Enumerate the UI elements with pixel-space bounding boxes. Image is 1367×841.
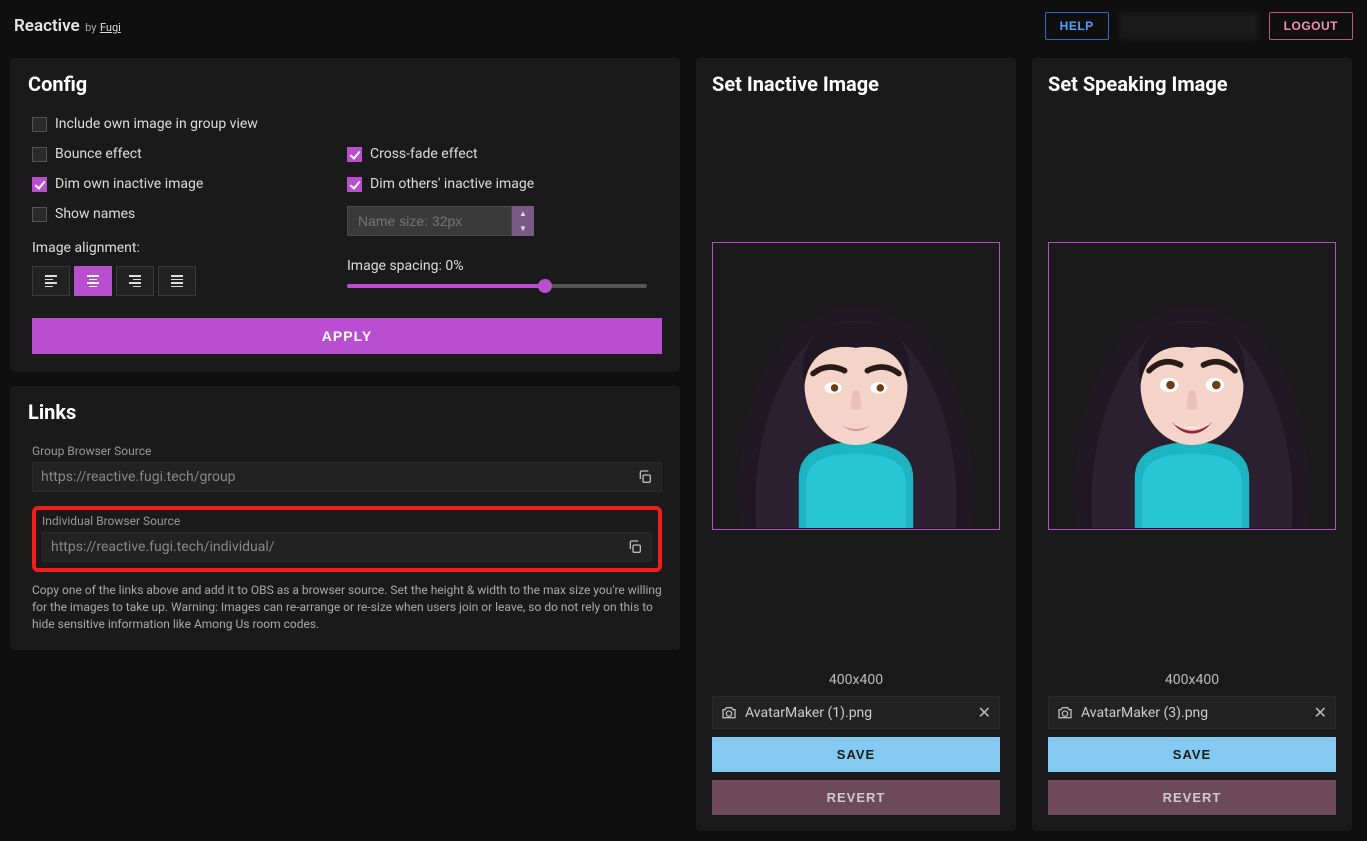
- links-title: Links: [28, 400, 662, 424]
- speaking-filename: AvatarMaker (3).png: [1081, 705, 1306, 721]
- dim-others-label: Dim others' inactive image: [370, 176, 534, 192]
- individual-source-row: https://reactive.fugi.tech/individual/: [42, 532, 652, 562]
- speaking-save-button[interactable]: SAVE: [1048, 737, 1336, 772]
- inactive-file-row[interactable]: AvatarMaker (1).png ✕: [712, 696, 1000, 729]
- speaking-file-row[interactable]: AvatarMaker (3).png ✕: [1048, 696, 1336, 729]
- inactive-save-button[interactable]: SAVE: [712, 737, 1000, 772]
- links-panel: Links Group Browser Source https://react…: [10, 386, 680, 650]
- align-center-icon: [87, 275, 99, 287]
- spacing-slider-fill: [347, 284, 545, 288]
- header-actions: HELP LOGOUT: [1045, 12, 1353, 40]
- individual-source-label: Individual Browser Source: [42, 514, 652, 528]
- include-own-label: Include own image in group view: [55, 116, 258, 132]
- name-size-stepper[interactable]: ▲ ▼: [512, 206, 534, 236]
- show-names-label: Show names: [55, 206, 135, 222]
- speaking-preview-frame: [1048, 242, 1336, 530]
- logout-button[interactable]: LOGOUT: [1269, 12, 1353, 40]
- inactive-title: Set Inactive Image: [712, 72, 1000, 96]
- inactive-filename: AvatarMaker (1).png: [745, 705, 970, 721]
- name-size-input[interactable]: [347, 206, 512, 236]
- dim-own-checkbox[interactable]: [32, 177, 47, 192]
- spacing-slider[interactable]: [347, 284, 647, 288]
- individual-source-highlight: Individual Browser Source https://reacti…: [32, 506, 662, 572]
- close-icon[interactable]: ✕: [978, 703, 991, 722]
- links-help-text: Copy one of the links above and add it t…: [32, 582, 662, 632]
- align-center-button[interactable]: [74, 266, 112, 296]
- align-left-button[interactable]: [32, 266, 70, 296]
- group-source-label: Group Browser Source: [32, 444, 662, 458]
- brand: Reactive by Fugi: [14, 16, 121, 36]
- speaking-revert-button[interactable]: REVERT: [1048, 780, 1336, 815]
- inactive-revert-button[interactable]: REVERT: [712, 780, 1000, 815]
- config-panel: Config Include own image in group view B…: [10, 58, 680, 372]
- inactive-preview-frame: [712, 242, 1000, 530]
- crossfade-label: Cross-fade effect: [370, 146, 478, 162]
- avatar-neutral-image: [713, 242, 999, 529]
- chevron-up-icon[interactable]: ▲: [512, 206, 534, 221]
- bounce-label: Bounce effect: [55, 146, 142, 162]
- user-identity[interactable]: [1119, 12, 1259, 40]
- camera-icon: [721, 705, 737, 721]
- include-own-checkbox[interactable]: [32, 117, 47, 132]
- inactive-image-panel: Set Inactive Image: [696, 58, 1016, 831]
- align-justify-button[interactable]: [158, 266, 196, 296]
- bounce-checkbox[interactable]: [32, 147, 47, 162]
- show-names-checkbox[interactable]: [32, 207, 47, 222]
- brand-by: by: [85, 21, 96, 34]
- speaking-title: Set Speaking Image: [1048, 72, 1336, 96]
- align-justify-icon: [171, 275, 183, 287]
- app-header: Reactive by Fugi HELP LOGOUT: [0, 0, 1367, 52]
- align-right-button[interactable]: [116, 266, 154, 296]
- avatar-smiling-image: [1049, 242, 1335, 529]
- align-right-icon: [129, 275, 141, 287]
- inactive-dimensions: 400x400: [712, 672, 1000, 688]
- brand-name: Reactive: [14, 16, 80, 36]
- group-source-url[interactable]: https://reactive.fugi.tech/group: [41, 469, 637, 485]
- camera-icon: [1057, 705, 1073, 721]
- name-size-field: ▲ ▼: [347, 206, 662, 236]
- chevron-down-icon[interactable]: ▼: [512, 221, 534, 236]
- alignment-label: Image alignment:: [32, 240, 347, 256]
- align-left-icon: [45, 275, 57, 287]
- inactive-preview-area[interactable]: [712, 106, 1000, 666]
- individual-source-url[interactable]: https://reactive.fugi.tech/individual/: [51, 539, 627, 555]
- help-button[interactable]: HELP: [1045, 12, 1109, 40]
- alignment-group: [32, 266, 347, 296]
- dim-own-label: Dim own inactive image: [55, 176, 203, 192]
- brand-author-link[interactable]: Fugi: [100, 21, 121, 34]
- crossfade-checkbox[interactable]: [347, 147, 362, 162]
- speaking-image-panel: Set Speaking Image: [1032, 58, 1352, 831]
- speaking-dimensions: 400x400: [1048, 672, 1336, 688]
- copy-icon[interactable]: [637, 469, 653, 485]
- group-source-row: https://reactive.fugi.tech/group: [32, 462, 662, 492]
- config-title: Config: [28, 72, 662, 96]
- copy-icon[interactable]: [627, 539, 643, 555]
- spacing-slider-thumb[interactable]: [538, 279, 552, 293]
- spacing-label: Image spacing: 0%: [347, 258, 662, 274]
- close-icon[interactable]: ✕: [1314, 703, 1327, 722]
- speaking-preview-area[interactable]: [1048, 106, 1336, 666]
- dim-others-checkbox[interactable]: [347, 177, 362, 192]
- apply-button[interactable]: APPLY: [32, 318, 662, 354]
